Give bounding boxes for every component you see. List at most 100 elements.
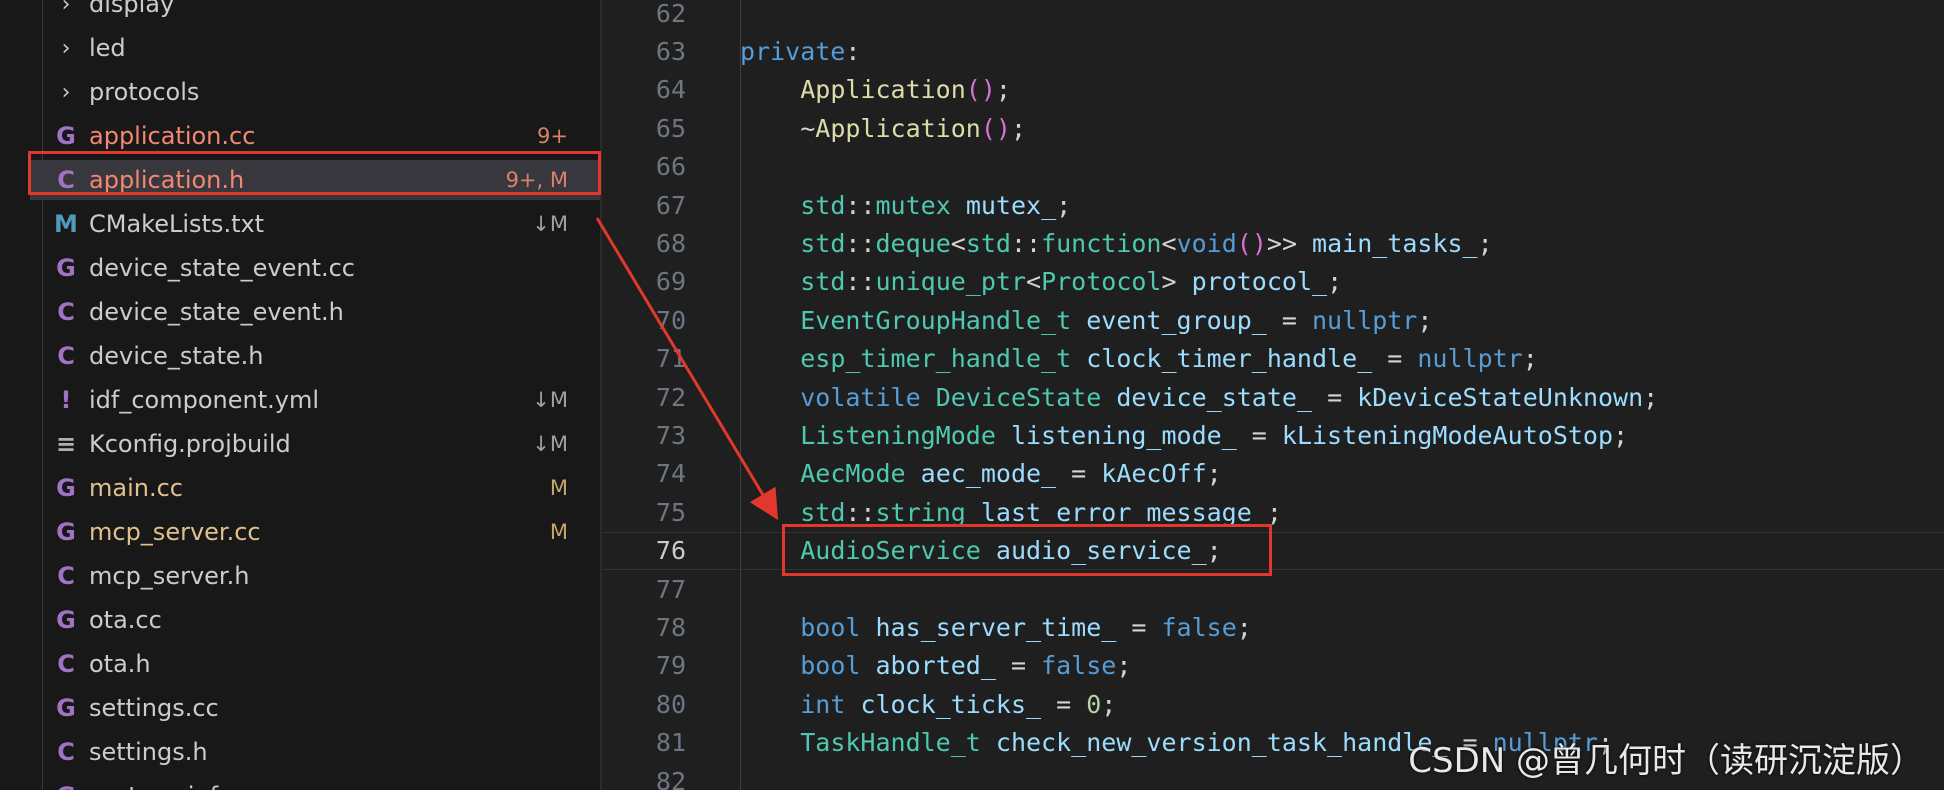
tree-file-mcp-server-cc[interactable]: Gmcp_server.cc M — [30, 512, 600, 552]
code-editor[interactable]: 62 63 private: 64 Application(); 65 ~Applica… — [602, 0, 1944, 790]
code-token: () — [965, 75, 996, 105]
line-number: 62 — [655, 0, 686, 28]
tree-file-ota-h[interactable]: Cota.h — [30, 644, 600, 684]
code-token: std — [800, 228, 846, 258]
tree-file-settings-cc[interactable]: Gsettings.cc — [30, 688, 600, 728]
code-token: ; — [1236, 612, 1252, 642]
tree-file-main-cc[interactable]: Gmain.cc M — [30, 468, 600, 508]
code-text: volatile DeviceState device_state_ = kDe… — [740, 383, 1658, 412]
code-line[interactable]: 69 std::unique_ptr<Protocol> protocol_; — [602, 263, 1944, 301]
tree-item-label: mcp_server.h — [89, 562, 250, 590]
code-line[interactable]: 65 ~Application(); — [602, 109, 1944, 147]
code-token: AecMode — [800, 459, 906, 489]
code-token: false — [1041, 651, 1117, 681]
code-token: : — [845, 36, 861, 66]
code-line[interactable]: 71 esp_timer_handle_t clock_timer_handle… — [602, 340, 1944, 378]
code-token: std — [800, 497, 846, 527]
code-line[interactable]: 78 bool has_server_time_ = false; — [602, 608, 1944, 646]
code-line[interactable]: 72 volatile DeviceState device_state_ = … — [602, 378, 1944, 416]
git-status-badge: ↓M — [532, 388, 568, 412]
code-line[interactable]: 76 AudioService audio_service_; — [602, 531, 1944, 570]
code-line[interactable]: 70 EventGroupHandle_t event_group_ = nul… — [602, 301, 1944, 339]
line-number: 79 — [655, 651, 686, 681]
code-token: unique_ptr — [875, 267, 1026, 297]
git-status-badge: ↓M — [532, 432, 568, 456]
tree-file-application-h[interactable]: Capplication.h 9+, M — [30, 160, 600, 200]
code-token: int — [800, 689, 846, 719]
code-token: mutex — [875, 190, 951, 220]
tree-item-label: settings.h — [89, 738, 208, 766]
code-text: esp_timer_handle_t clock_timer_handle_ =… — [740, 344, 1538, 373]
yaml-file-icon: ! — [60, 386, 72, 414]
code-token: = — [1266, 305, 1312, 335]
code-line[interactable]: 73 ListeningMode listening_mode_ = kList… — [602, 416, 1944, 454]
tree-folder-led[interactable]: › led — [30, 28, 600, 68]
tree-file-idf-component-yml[interactable]: ! idf_component.yml ↓M — [30, 380, 600, 420]
code-token: >> — [1266, 228, 1313, 258]
code-token: = — [1041, 689, 1087, 719]
code-line[interactable]: 79 bool aborted_ = false; — [602, 647, 1944, 685]
code-line[interactable]: 63 private: — [602, 32, 1944, 70]
code-line[interactable]: 68 std::deque<std::function<void()>> mai… — [602, 224, 1944, 262]
tree-item-label: system_info.cc — [89, 782, 568, 790]
tree-file-ota-cc[interactable]: Gota.cc — [30, 600, 600, 640]
code-token: Application — [815, 113, 981, 143]
line-number: 70 — [655, 305, 686, 335]
tree-file-mcp-server-h[interactable]: Cmcp_server.h — [30, 556, 600, 596]
code-line[interactable]: 74 AecMode aec_mode_ = kAecOff; — [602, 455, 1944, 493]
code-token: () — [1236, 228, 1267, 258]
tree-file-device-state-event-cc[interactable]: Gdevice_state_event.cc — [30, 248, 600, 288]
cpp-file-icon: G — [56, 122, 76, 150]
code-token: < — [950, 228, 966, 258]
file-explorer: › display › led › protocols Gapplication.cc 9+ C… — [0, 0, 600, 790]
watermark: CSDN @曾几何时（读研沉淀版） — [1408, 741, 1924, 781]
code-line[interactable]: 62 — [602, 0, 1944, 32]
code-token: listening_mode_ — [1010, 420, 1237, 450]
text-file-icon: ≡ — [55, 430, 77, 458]
tree-file-application-cc[interactable]: Gapplication.cc 9+ — [30, 116, 600, 156]
code-token: aborted_ — [875, 651, 996, 681]
code-token: () — [980, 113, 1011, 143]
code-token: ; — [1266, 497, 1282, 527]
tree-file-device-state-h[interactable]: Cdevice_state.h — [30, 336, 600, 376]
tree-file-Kconfig-projbuild[interactable]: ≡ Kconfig.projbuild ↓M — [30, 424, 600, 464]
code-token: ; — [1327, 267, 1343, 297]
code-token: ListeningMode — [800, 420, 996, 450]
code-token: :: — [845, 190, 876, 220]
code-token: kListeningModeAutoStop — [1281, 420, 1614, 450]
code-line[interactable]: 77 — [602, 570, 1944, 608]
line-number: 76 — [655, 536, 686, 566]
code-token: Protocol — [1041, 267, 1162, 297]
code-line[interactable]: 66 — [602, 148, 1944, 186]
code-text: Application(); — [740, 75, 1011, 104]
tree-item-label: led — [89, 34, 126, 62]
code-line[interactable]: 75 std::string last_error_message_; — [602, 493, 1944, 531]
code-token: ; — [1056, 190, 1072, 220]
code-line[interactable]: 67 std::mutex mutex_; — [602, 186, 1944, 224]
code-token: volatile — [800, 382, 921, 412]
tree-file-system-info-cc[interactable]: Gsystem_info.cc — [30, 776, 600, 790]
tree-file-settings-h[interactable]: Csettings.h — [30, 732, 600, 772]
tree-folder-display[interactable]: › display — [30, 0, 600, 24]
code-token: EventGroupHandle_t — [800, 305, 1072, 335]
code-token: deque — [875, 228, 951, 258]
tree-file-device-state-event-h[interactable]: Cdevice_state_event.h — [30, 292, 600, 332]
line-number: 72 — [655, 382, 686, 412]
code-token: ; — [1522, 344, 1538, 374]
git-status-badge: ↓M — [532, 212, 568, 236]
code-line[interactable]: 64 Application(); — [602, 71, 1944, 109]
line-number: 66 — [655, 152, 686, 182]
code-token: ; — [1101, 689, 1117, 719]
code-line[interactable]: 80 int clock_ticks_ = 0; — [602, 685, 1944, 723]
tree-file-CMakeLists-txt[interactable]: M CMakeLists.txt ↓M — [30, 204, 600, 244]
tree-folder-protocols[interactable]: › protocols — [30, 72, 600, 112]
code-token: kAecOff — [1101, 459, 1207, 489]
